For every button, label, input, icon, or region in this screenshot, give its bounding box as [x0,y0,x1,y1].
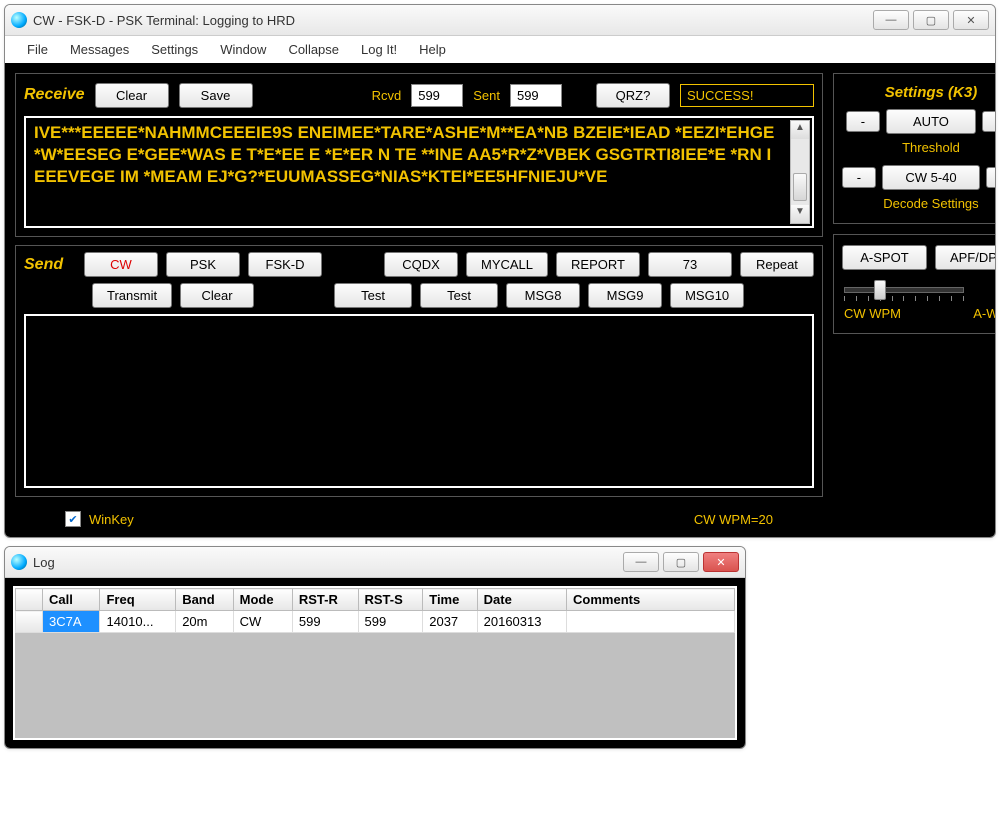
log-col-freq[interactable]: Freq [100,589,176,611]
qrz-button[interactable]: QRZ? [596,83,670,108]
mode-cw-button[interactable]: CW [84,252,158,277]
menu-file[interactable]: File [27,42,48,57]
log-row[interactable]: 3C7A 14010... 20m CW 599 599 2037 201603… [16,611,735,633]
sent-input[interactable]: 599 [510,84,562,107]
cell-freq[interactable]: 14010... [100,611,176,633]
cell-time[interactable]: 2037 [423,611,477,633]
cell-call[interactable]: 3C7A [43,611,100,633]
receive-textarea[interactable]: IVE***EEEEE*NAHMMCEEEIE9S ENEIMEE*TARE*A… [24,116,814,228]
receive-scrollbar[interactable]: ▲ ▼ [790,120,810,224]
wpm-status: CW WPM=20 [694,512,773,527]
log-col-rstr[interactable]: RST-R [292,589,358,611]
log-col-handle[interactable] [16,589,43,611]
settings-title: Settings (K3) [842,84,996,101]
receive-label: Receive [24,86,85,104]
cell-mode[interactable]: CW [233,611,292,633]
minimize-button[interactable]: — [873,10,909,30]
log-col-date[interactable]: Date [477,589,566,611]
msg-report-button[interactable]: REPORT [556,252,640,277]
apf-dpb-button[interactable]: APF/DPB [935,245,996,270]
send-panel: Send CW PSK FSK-D CQDX MYCALL REPORT 73 … [15,245,823,497]
log-minimize-button[interactable]: — [623,552,659,572]
cwwpm-label: CW WPM [844,306,901,321]
log-col-rsts[interactable]: RST-S [358,589,423,611]
log-close-button[interactable]: ✕ [703,552,739,572]
threshold-plus-button[interactable]: + [982,111,996,132]
log-col-comments[interactable]: Comments [567,589,735,611]
menubar: File Messages Settings Window Collapse L… [5,36,995,63]
winkey-label: WinKey [89,512,134,527]
decode-value-button[interactable]: CW 5-40 [882,165,980,190]
cw-wpm-slider[interactable] [844,278,964,302]
msg-test1-button[interactable]: Test [334,283,412,308]
log-app-icon [11,554,27,570]
window-title: CW - FSK-D - PSK Terminal: Logging to HR… [33,13,873,28]
log-window-title: Log [33,555,623,570]
threshold-label: Threshold [842,140,996,155]
save-receive-button[interactable]: Save [179,83,253,108]
log-window: Log — ▢ ✕ Call Freq Band Mode RST-R RST-… [4,546,746,749]
cell-band[interactable]: 20m [176,611,233,633]
scroll-up-icon[interactable]: ▲ [791,121,809,139]
clear-receive-button[interactable]: Clear [95,83,169,108]
menu-settings[interactable]: Settings [151,42,198,57]
msg-test2-button[interactable]: Test [420,283,498,308]
menu-help[interactable]: Help [419,42,446,57]
log-col-call[interactable]: Call [43,589,100,611]
slider-thumb-icon[interactable] [874,280,886,300]
transmit-button[interactable]: Transmit [92,283,172,308]
rcvd-label: Rcvd [372,88,402,103]
sent-label: Sent [473,88,500,103]
scroll-down-icon[interactable]: ▼ [791,205,809,223]
rcvd-input[interactable]: 599 [411,84,463,107]
decode-label: Decode Settings [842,196,996,211]
menu-logit[interactable]: Log It! [361,42,397,57]
msg-8-button[interactable]: MSG8 [506,283,580,308]
send-textarea[interactable] [24,314,814,488]
log-col-band[interactable]: Band [176,589,233,611]
cell-rsts[interactable]: 599 [358,611,423,633]
settings-panel: Settings (K3) - AUTO + Threshold - CW 5-… [833,73,996,224]
status-box: SUCCESS! [680,84,814,107]
main-window: CW - FSK-D - PSK Terminal: Logging to HR… [4,4,996,538]
decode-minus-button[interactable]: - [842,167,876,188]
titlebar[interactable]: CW - FSK-D - PSK Terminal: Logging to HR… [5,5,995,36]
log-col-time[interactable]: Time [423,589,477,611]
msg-9-button[interactable]: MSG9 [588,283,662,308]
row-handle-icon[interactable] [16,611,43,633]
send-label: Send [24,256,76,274]
mode-fskd-button[interactable]: FSK-D [248,252,322,277]
maximize-button[interactable]: ▢ [913,10,949,30]
threshold-value-button[interactable]: AUTO [886,109,976,134]
log-grid[interactable]: Call Freq Band Mode RST-R RST-S Time Dat… [13,586,737,740]
menu-window[interactable]: Window [220,42,266,57]
receive-panel: Receive Clear Save Rcvd 599 Sent 599 QRZ… [15,73,823,237]
log-maximize-button[interactable]: ▢ [663,552,699,572]
menu-collapse[interactable]: Collapse [288,42,339,57]
threshold-minus-button[interactable]: - [846,111,880,132]
awpm-label: A-WPM [973,306,996,321]
msg-10-button[interactable]: MSG10 [670,283,744,308]
log-titlebar[interactable]: Log — ▢ ✕ [5,547,745,578]
menu-messages[interactable]: Messages [70,42,129,57]
mode-psk-button[interactable]: PSK [166,252,240,277]
close-button[interactable]: ✕ [953,10,989,30]
cell-comments[interactable] [567,611,735,633]
log-header-row: Call Freq Band Mode RST-R RST-S Time Dat… [16,589,735,611]
decoded-text: IVE***EEEEE*NAHMMCEEEIE9S ENEIMEE*TARE*A… [34,123,774,186]
msg-mycall-button[interactable]: MYCALL [466,252,548,277]
cell-rstr[interactable]: 599 [292,611,358,633]
controls-panel: A-SPOT APF/DPB CW WPM A-WPM [833,234,996,334]
msg-repeat-button[interactable]: Repeat [740,252,814,277]
clear-send-button[interactable]: Clear [180,283,254,308]
cell-date[interactable]: 20160313 [477,611,566,633]
aspot-button[interactable]: A-SPOT [842,245,927,270]
msg-cqdx-button[interactable]: CQDX [384,252,458,277]
msg-73-button[interactable]: 73 [648,252,732,277]
scroll-thumb[interactable] [793,173,807,201]
app-icon [11,12,27,28]
winkey-checkbox[interactable]: ✔ [65,511,81,527]
decode-plus-button[interactable]: + [986,167,996,188]
log-col-mode[interactable]: Mode [233,589,292,611]
